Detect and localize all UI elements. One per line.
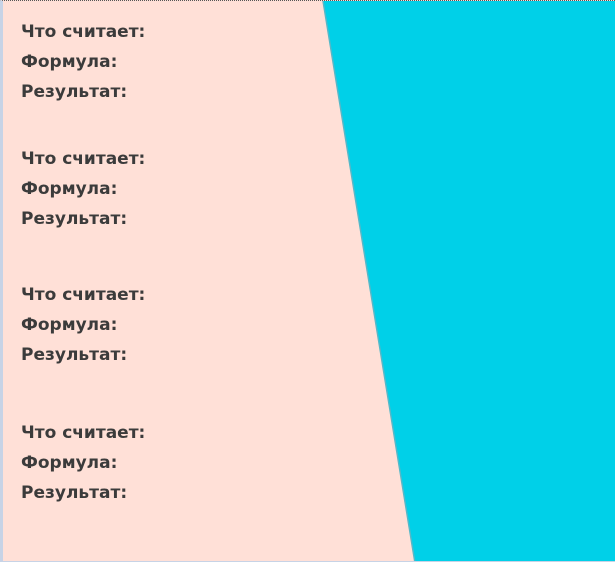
formula-label: Формула:	[21, 453, 118, 473]
formula-label: Формула:	[21, 179, 118, 199]
what-calculates-label: Что считает:	[21, 22, 146, 42]
result-label: Результат:	[21, 483, 128, 503]
what-calculates-label: Что считает:	[21, 423, 146, 443]
what-calculates-label: Что считает:	[21, 285, 146, 305]
result-label: Результат:	[21, 345, 128, 365]
result-label: Результат:	[21, 82, 128, 102]
result-label: Результат:	[21, 209, 128, 229]
slide-canvas: Что считает: Формула: Результат: Что счи…	[0, 0, 615, 562]
what-calculates-label: Что считает:	[21, 149, 146, 169]
info-block-2: Что считает: Формула: Результат:	[21, 144, 321, 234]
info-block-3: Что считает: Формула: Результат:	[21, 280, 321, 370]
info-block-4: Что считает: Формула: Результат:	[21, 418, 321, 508]
info-block-1: Что считает: Формула: Результат:	[21, 17, 321, 107]
formula-label: Формула:	[21, 315, 118, 335]
formula-label: Формула:	[21, 52, 118, 72]
